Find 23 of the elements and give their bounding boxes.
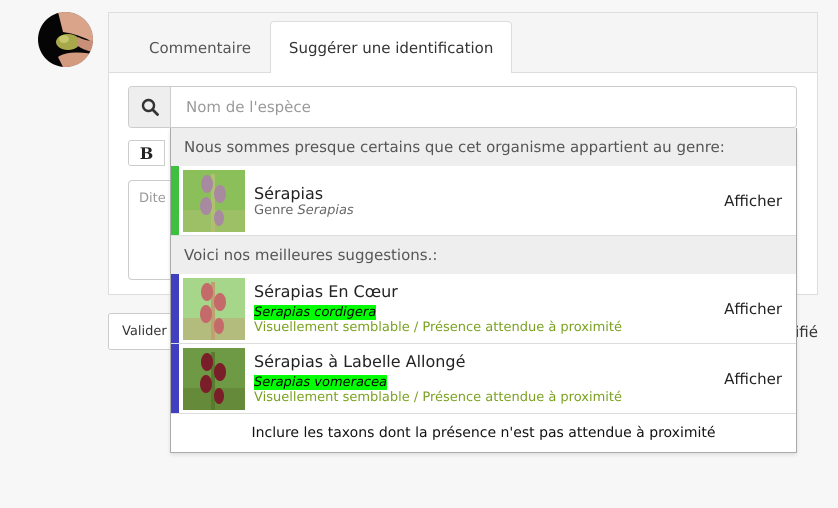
search-icon [140,98,158,116]
result-item[interactable]: Sérapias Genre Serapias Afficher [171,166,796,236]
show-link[interactable]: Afficher [724,300,782,318]
taxon-name: Sérapias à Labelle Allongé [254,352,466,371]
match-reason: Visuellement semblable / Présence attendue à proximité [254,390,623,405]
scientific-name: Serapias cordigera [254,305,376,320]
bold-button[interactable]: B [128,140,165,166]
tab[interactable]: Suggérer une identification [270,21,512,73]
show-link[interactable]: Afficher [724,370,782,388]
tab[interactable]: Commentaire [130,22,270,73]
section-heading: Nous sommes presque certains que cet organisme appartient au genre: [171,128,796,166]
search-field[interactable]: Nom de l'espèce [128,86,797,128]
scientific-name: Serapias vomeracea [254,375,388,390]
taxon-name: Sérapias [254,184,324,202]
match-reason: Visuellement semblable / Présence attendue à proximité [254,320,623,335]
show-link[interactable]: Afficher [724,192,782,210]
include-taxa-link[interactable]: Inclure les taxons dont la présence n'est pas attendue à proximité [171,414,796,452]
section-heading: Voici nos meilleures suggestions.: [171,236,796,274]
taxon-name: Sérapias En Cœur [254,282,399,301]
result-item[interactable]: Sérapias En Cœur Serapias cordigera Visuellement semblable / Présence attendue à proximité Afficher [171,274,796,344]
result-item[interactable]: Sérapias à Labelle Allongé Serapias vomeracea Visuellement semblable / Présence attendue à proximité Afficher [171,344,796,414]
taxon-rank: Genre Serapias [254,202,355,218]
placeholder-text: Dite [139,191,166,206]
